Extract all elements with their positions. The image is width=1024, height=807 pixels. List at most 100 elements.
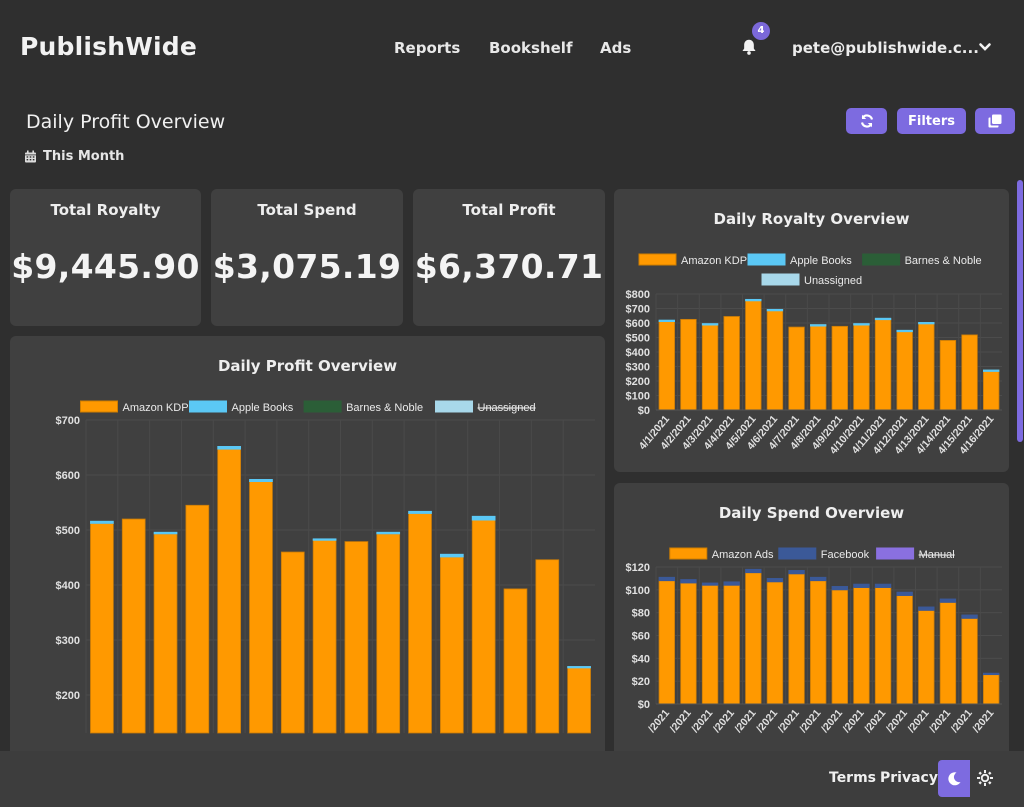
- bar-segment: [567, 666, 591, 734]
- refresh-button[interactable]: [846, 108, 887, 134]
- legend-swatch: [189, 400, 227, 413]
- x-tick-label: /2021: [862, 707, 888, 735]
- user-menu[interactable]: pete@publishwide.c...: [792, 39, 979, 57]
- bar-segment: [983, 672, 1000, 676]
- kpi-total-royalty: Total Royalty $9,445.90: [10, 189, 201, 326]
- bar-segment: [376, 531, 401, 535]
- legend-swatch: [778, 547, 817, 560]
- x-tick-label: /2021: [949, 707, 975, 735]
- bar-segment: [896, 595, 913, 705]
- bar-segment: [810, 580, 827, 705]
- bar-segment: [983, 673, 1000, 705]
- date-range[interactable]: This Month: [24, 149, 124, 164]
- legend-label: Amazon KDP: [681, 255, 747, 267]
- bar-segment: [745, 572, 762, 705]
- terms-link[interactable]: Terms: [829, 770, 876, 786]
- bar-segment: [853, 323, 870, 326]
- bar-segment: [745, 298, 762, 302]
- bar-segment: [918, 606, 935, 611]
- copy-icon: [988, 114, 1002, 128]
- legend-label: Unassigned: [478, 402, 536, 414]
- bar-segment: [439, 556, 464, 734]
- bar-segment: [723, 581, 740, 586]
- bar-segment: [153, 533, 178, 734]
- bar-segment: [810, 324, 827, 411]
- filters-button[interactable]: Filters: [897, 108, 966, 134]
- y-tick-label: $200: [626, 376, 650, 388]
- brand-logo[interactable]: PublishWide: [20, 32, 197, 61]
- bar-segment: [153, 531, 178, 535]
- kpi-label: Total Spend: [257, 201, 357, 219]
- scrollbar[interactable]: [1017, 180, 1023, 442]
- y-tick-label: $40: [632, 653, 650, 665]
- royalty-chart: Amazon KDP Apple Books Barnes & Noble Unass…: [626, 253, 1002, 457]
- kpi-total-spend: Total Spend $3,075.19: [211, 189, 403, 326]
- x-tick-label: /2021: [927, 707, 953, 735]
- bar-segment: [723, 584, 740, 705]
- bell-icon[interactable]: [740, 38, 758, 56]
- bar-segment: [831, 589, 848, 705]
- bar-segment: [701, 582, 719, 586]
- y-tick-label: $80: [632, 608, 650, 620]
- bar-segment: [567, 666, 591, 669]
- x-tick-label: /2021: [711, 707, 737, 735]
- bar-segment: [788, 326, 805, 411]
- legend-label: Unassigned: [804, 275, 862, 287]
- y-tick-label: $20: [632, 676, 650, 688]
- bar-segment: [810, 324, 827, 327]
- bar-segment: [766, 581, 784, 705]
- bar-segment: [874, 318, 892, 411]
- bar-segment: [408, 510, 432, 514]
- bar-segment: [896, 329, 913, 333]
- legend-label: Apple Books: [232, 402, 294, 414]
- bar-segment: [280, 551, 305, 734]
- y-tick-label: $400: [56, 580, 80, 592]
- nav-bookshelf[interactable]: Bookshelf: [489, 39, 572, 57]
- legend-swatch: [435, 400, 473, 413]
- x-tick-label: /2021: [970, 707, 996, 735]
- x-tick-label: /2021: [841, 707, 867, 735]
- bar-segment: [853, 583, 870, 588]
- legend-label: Barnes & Noble: [346, 402, 423, 414]
- bar-segment: [658, 576, 675, 582]
- bar-segment: [853, 587, 870, 705]
- privacy-link[interactable]: Privacy: [880, 770, 938, 786]
- bar-segment: [701, 584, 719, 705]
- legend-swatch: [747, 253, 786, 266]
- bar-segment: [701, 323, 719, 326]
- copy-button[interactable]: [975, 108, 1015, 134]
- footer: Terms Privacy: [0, 751, 1024, 807]
- y-tick-label: $700: [626, 304, 650, 316]
- y-tick-label: $500: [56, 525, 80, 537]
- y-tick-label: $120: [626, 562, 650, 574]
- nav-reports[interactable]: Reports: [394, 39, 460, 57]
- bar-segment: [853, 323, 870, 411]
- page-title: Daily Profit Overview: [26, 111, 226, 133]
- dark-mode-button[interactable]: [938, 760, 970, 797]
- nav-ads[interactable]: Ads: [600, 39, 631, 57]
- y-tick-label: $400: [626, 347, 650, 359]
- bar-segment: [831, 586, 848, 591]
- bar-segment: [217, 446, 242, 450]
- sun-icon[interactable]: [975, 768, 995, 788]
- legend-swatch: [876, 547, 915, 560]
- kpi-value: $3,075.19: [212, 247, 402, 286]
- profit-chart-card: Daily Profit Overview Amazon KDP Apple Bo…: [10, 336, 605, 751]
- bar-segment: [874, 583, 892, 588]
- legend-label: Amazon KDP: [123, 402, 189, 414]
- x-tick-label: /2021: [819, 707, 845, 735]
- bar-segment: [766, 309, 784, 411]
- bar-segment: [961, 617, 978, 705]
- bar-segment: [810, 576, 827, 582]
- y-tick-label: $100: [626, 585, 650, 597]
- bar-segment: [344, 541, 369, 734]
- bar-segment: [939, 598, 957, 603]
- bar-segment: [788, 570, 805, 575]
- legend-swatch: [862, 253, 901, 266]
- chevron-down-icon[interactable]: [978, 40, 992, 54]
- bar-segment: [766, 578, 784, 583]
- bar-segment: [408, 513, 432, 734]
- legend-swatch: [761, 273, 800, 286]
- bar-segment: [217, 448, 242, 734]
- bar-segment: [961, 334, 978, 411]
